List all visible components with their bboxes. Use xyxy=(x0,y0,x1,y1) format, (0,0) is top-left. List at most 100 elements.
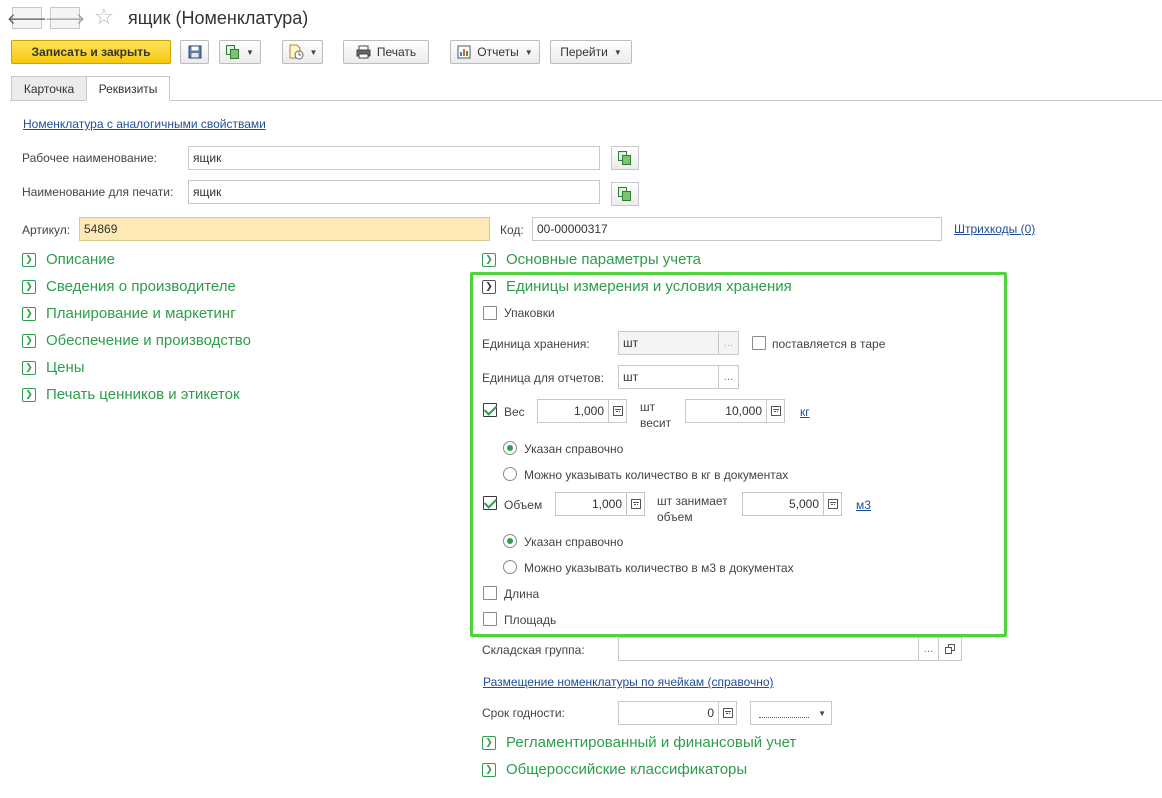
reports-button[interactable]: Отчеты ▼ xyxy=(450,40,540,64)
tab-details[interactable]: Реквизиты xyxy=(86,76,170,101)
volume-label: Объем xyxy=(504,498,543,512)
page-title: ящик (Номенклатура) xyxy=(128,8,309,28)
calculator-icon xyxy=(827,499,838,509)
report-unit-select-button[interactable]: … xyxy=(719,365,739,389)
chevron-down-icon: ▼ xyxy=(818,709,826,718)
checkmark-icon xyxy=(483,401,497,416)
save-close-button[interactable]: Записать и закрыть xyxy=(11,40,171,64)
length-checkbox[interactable] xyxy=(483,586,497,600)
calculator-icon xyxy=(630,499,641,509)
warehouse-group-select-button[interactable]: … xyxy=(919,637,939,661)
group-price-tags[interactable]: ❯ Печать ценников и этикеток xyxy=(22,386,240,403)
chevron-down-icon: ▼ xyxy=(309,47,318,57)
weight-mid-text-2: весит xyxy=(640,416,672,430)
article-input[interactable]: 54869 xyxy=(79,217,490,241)
chevron-right-icon: ❯ xyxy=(22,252,36,267)
work-name-label: Рабочее наименование: xyxy=(22,151,157,165)
group-manufacturer[interactable]: ❯ Сведения о производителе xyxy=(22,278,236,295)
back-button[interactable]: 🡐 xyxy=(7,7,47,29)
similar-items-link[interactable]: Номенклатура с аналогичными свойствами xyxy=(23,117,266,131)
chevron-down-icon: ❯ xyxy=(482,279,496,294)
volume-qty-calc-button[interactable] xyxy=(627,492,645,516)
warehouse-group-input[interactable] xyxy=(618,637,919,661)
copy-print-name-button[interactable] xyxy=(611,182,639,206)
volume-unit-link[interactable]: м3 xyxy=(856,498,871,512)
floppy-icon xyxy=(188,45,201,59)
volume-amount-input[interactable]: 5,000 xyxy=(742,492,824,516)
group-description[interactable]: ❯ Описание xyxy=(22,251,115,268)
copy-work-name-button[interactable] xyxy=(611,146,639,170)
copy-green-icon xyxy=(226,45,240,59)
chevron-right-icon: ❯ xyxy=(482,762,496,777)
volume-radio-in-docs[interactable] xyxy=(503,560,517,574)
weight-mid-text-1: шт xyxy=(640,400,656,414)
weight-qty-input[interactable]: 1,000 xyxy=(537,399,609,423)
group-prices[interactable]: ❯ Цены xyxy=(22,359,85,376)
weight-radio-reference-label: Указан справочно xyxy=(524,442,624,456)
storage-unit-label: Единица хранения: xyxy=(482,337,590,351)
tab-divider xyxy=(10,100,1162,101)
volume-qty-input[interactable]: 1,000 xyxy=(555,492,627,516)
weight-radio-reference[interactable] xyxy=(503,441,517,455)
storage-unit-input[interactable]: шт xyxy=(618,331,719,355)
chevron-right-icon: ❯ xyxy=(22,279,36,294)
weight-radio-in-docs[interactable] xyxy=(503,467,517,481)
report-unit-input[interactable]: шт xyxy=(618,365,719,389)
work-name-input[interactable]: ящик xyxy=(188,146,600,170)
code-input[interactable]: 00-00000317 xyxy=(532,217,942,241)
group-basic-params[interactable]: ❯ Основные параметры учета xyxy=(482,251,701,268)
group-planning[interactable]: ❯ Планирование и маркетинг xyxy=(22,305,236,322)
shelf-life-input[interactable]: 0 xyxy=(618,701,719,725)
weight-checkbox[interactable] xyxy=(483,401,497,417)
volume-amount-calc-button[interactable] xyxy=(824,492,842,516)
code-label: Код: xyxy=(500,223,524,237)
tab-card[interactable]: Карточка xyxy=(11,76,87,101)
volume-radio-in-docs-label: Можно указывать количество в м3 в докуме… xyxy=(524,561,794,575)
storage-unit-select-button[interactable]: … xyxy=(719,331,739,355)
weight-unit-link[interactable]: кг xyxy=(800,405,810,419)
printer-icon xyxy=(356,45,371,59)
weight-label: Вес xyxy=(504,405,525,419)
calculator-icon xyxy=(612,406,623,416)
create-based-on-button[interactable]: ▼ xyxy=(219,40,261,64)
chevron-right-icon: ❯ xyxy=(482,252,496,267)
star-icon[interactable]: ☆ xyxy=(94,4,114,30)
print-name-input[interactable]: ящик xyxy=(188,180,600,204)
chevron-right-icon: ❯ xyxy=(22,360,36,375)
warehouse-group-open-button[interactable] xyxy=(939,637,962,661)
chevron-down-icon: ▼ xyxy=(246,47,254,57)
copy-green-icon xyxy=(618,151,632,165)
print-name-label: Наименование для печати: xyxy=(22,185,174,199)
shelf-life-calc-button[interactable] xyxy=(719,701,737,725)
calculator-icon xyxy=(770,406,781,416)
weight-amount-input[interactable]: 10,000 xyxy=(685,399,767,423)
volume-checkbox[interactable] xyxy=(483,494,497,510)
weight-amount-calc-button[interactable] xyxy=(767,399,785,423)
barcodes-link[interactable]: Штрихкоды (0) xyxy=(954,222,1035,236)
group-regulated[interactable]: ❯ Регламентированный и финансовый учет xyxy=(482,734,796,751)
forward-button[interactable]: 🡒 xyxy=(45,7,85,29)
shelf-life-period-placeholder xyxy=(759,716,809,718)
shelf-life-label: Срок годности: xyxy=(482,706,565,720)
chevron-down-icon: ▼ xyxy=(613,47,622,57)
cells-placement-link[interactable]: Размещение номенклатуры по ячейкам (спра… xyxy=(483,675,774,689)
save-button[interactable] xyxy=(180,40,209,64)
warehouse-group-label: Складская группа: xyxy=(482,643,585,657)
chevron-right-icon: ❯ xyxy=(22,333,36,348)
report-chart-icon xyxy=(457,45,471,59)
related-documents-button[interactable]: ▼ xyxy=(282,40,323,64)
packages-label: Упаковки xyxy=(504,306,555,320)
packages-checkbox[interactable] xyxy=(483,306,497,320)
chevron-down-icon: ▼ xyxy=(524,47,533,57)
weight-qty-calc-button[interactable] xyxy=(609,399,627,423)
volume-mid-text-1: шт занимает xyxy=(657,494,728,508)
shelf-life-period-select[interactable]: ▼ xyxy=(750,701,832,725)
print-button[interactable]: Печать xyxy=(343,40,429,64)
group-units[interactable]: ❯ Единицы измерения и условия хранения xyxy=(482,278,792,295)
group-supply[interactable]: ❯ Обеспечение и производство xyxy=(22,332,251,349)
area-checkbox[interactable] xyxy=(483,612,497,626)
volume-radio-reference[interactable] xyxy=(503,534,517,548)
goto-button[interactable]: Перейти ▼ xyxy=(550,40,632,64)
supplied-in-tare-checkbox[interactable] xyxy=(752,336,766,350)
group-classifiers[interactable]: ❯ Общероссийские классификаторы xyxy=(482,761,747,778)
